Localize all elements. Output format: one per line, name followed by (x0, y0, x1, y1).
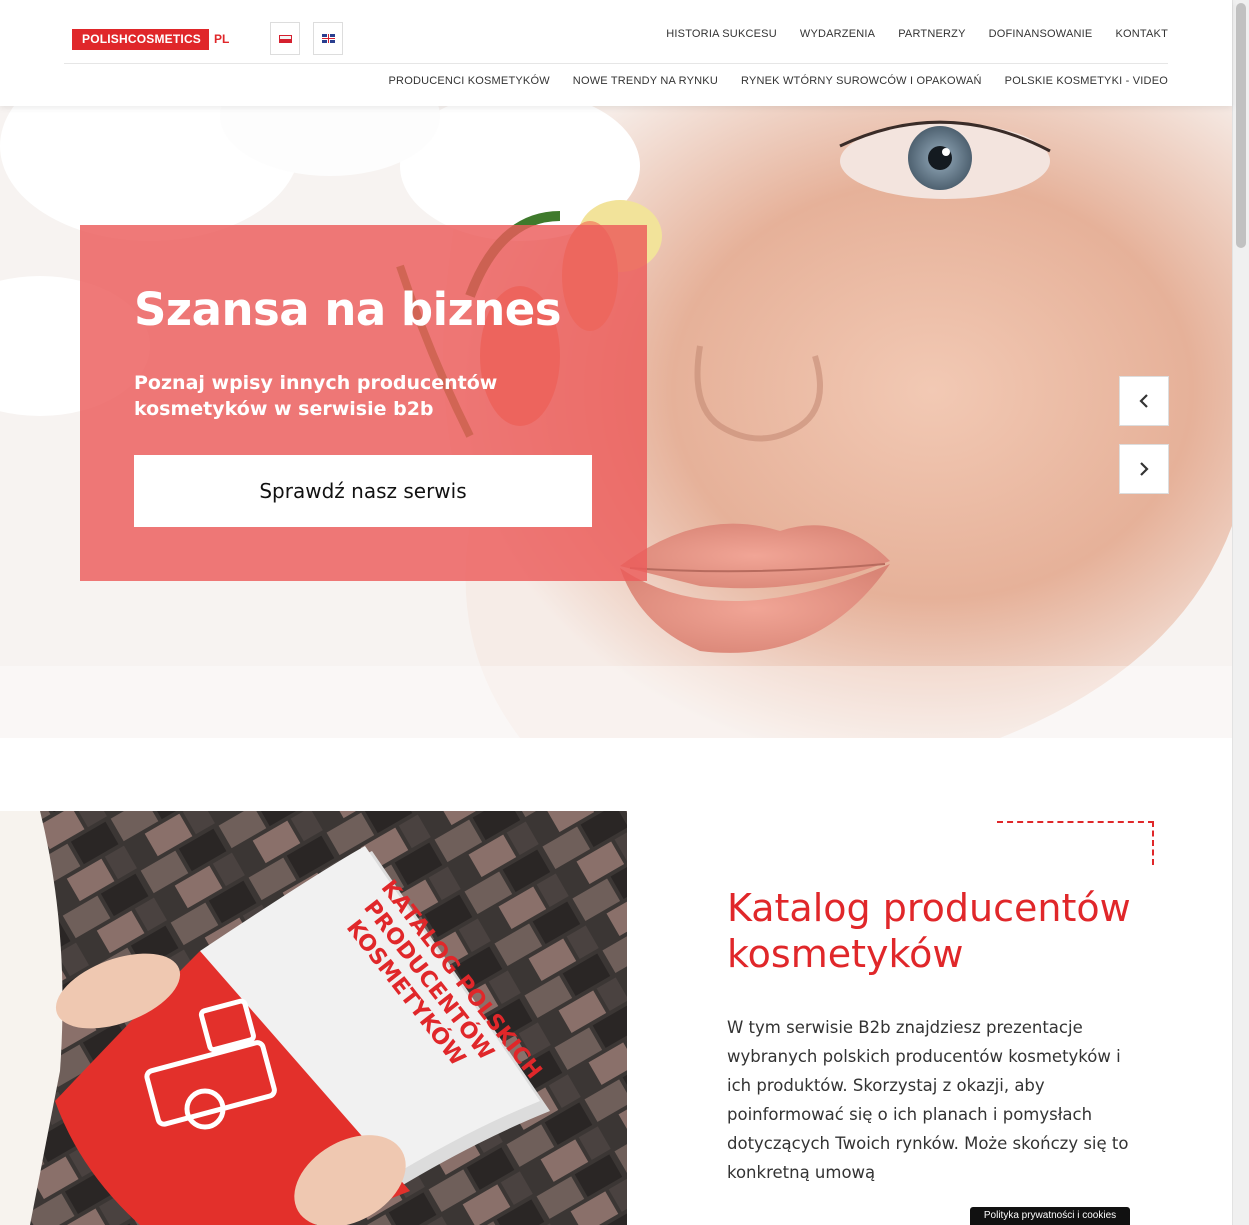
logo-suffix: PL (214, 32, 230, 46)
hero-title: Szansa na biznes (134, 283, 562, 336)
nav-kontakt[interactable]: KONTAKT (1115, 28, 1168, 40)
decorative-dashed-line (997, 821, 1154, 823)
scrollbar-thumb[interactable] (1236, 3, 1246, 248)
hero-subtitle: Poznaj wpisy innych producentów kosmetyk… (134, 372, 498, 420)
hero-panel: Szansa na biznes Poznaj wpisy innych pro… (80, 225, 647, 581)
pl-flag-icon (278, 34, 292, 43)
catalog-description: W tym serwisie B2b znajdziesz prezentacj… (727, 1018, 1129, 1182)
logo-text: POLISHCOSMETICS (72, 28, 210, 50)
nav-partnerzy[interactable]: PARTNERZY (898, 28, 965, 40)
nav-divider (64, 63, 1168, 64)
hero-slider: Szansa na biznes Poznaj wpisy innych pro… (0, 106, 1232, 738)
nav-dofinansowanie[interactable]: DOFINANSOWANIE (989, 28, 1093, 40)
check-service-button[interactable]: Sprawdź nasz serwis (134, 455, 592, 527)
nav-historia-sukcesu[interactable]: HISTORIA SUKCESU (666, 28, 777, 40)
language-en-button[interactable] (313, 22, 343, 55)
gb-flag-icon (321, 34, 335, 43)
site-header: POLISHCOSMETICS PL HISTORIA SUKCESU WYDA… (0, 0, 1232, 106)
chevron-left-icon (1139, 394, 1148, 408)
nav-wydarzenia[interactable]: WYDARZENIA (800, 28, 875, 40)
site-logo[interactable]: POLISHCOSMETICS PL (72, 28, 229, 50)
top-navigation: HISTORIA SUKCESU WYDARZENIA PARTNERZY DO… (643, 28, 1168, 40)
secondary-navigation: PRODUCENCI KOSMETYKÓW NOWE TRENDY NA RYN… (366, 75, 1168, 87)
catalog-image: KATALOG POLSKICH PRODUCENTÓW KOSMETYKÓW (0, 811, 627, 1225)
catalog-title: Katalog producentów kosmetyków (727, 886, 1131, 976)
nav-polskie-kosmetyki-video[interactable]: POLSKIE KOSMETYKI - VIDEO (1005, 75, 1168, 87)
nav-producenci-kosmetykow[interactable]: PRODUCENCI KOSMETYKÓW (389, 75, 550, 87)
page-scrollbar[interactable] (1232, 0, 1249, 1225)
privacy-policy-link[interactable]: Polityka prywatności i cookies (970, 1207, 1130, 1225)
language-pl-button[interactable] (270, 22, 300, 55)
slider-next-button[interactable] (1119, 444, 1169, 494)
catalog-book-illustration: KATALOG POLSKICH PRODUCENTÓW KOSMETYKÓW (0, 811, 627, 1225)
slider-prev-button[interactable] (1119, 376, 1169, 426)
chevron-right-icon (1140, 462, 1149, 476)
nav-rynek-wtorny[interactable]: RYNEK WTÓRNY SUROWCÓW I OPAKOWAŃ (741, 75, 982, 87)
nav-nowe-trendy[interactable]: NOWE TRENDY NA RYNKU (573, 75, 718, 87)
decorative-dashed-line-vertical (1152, 821, 1154, 865)
